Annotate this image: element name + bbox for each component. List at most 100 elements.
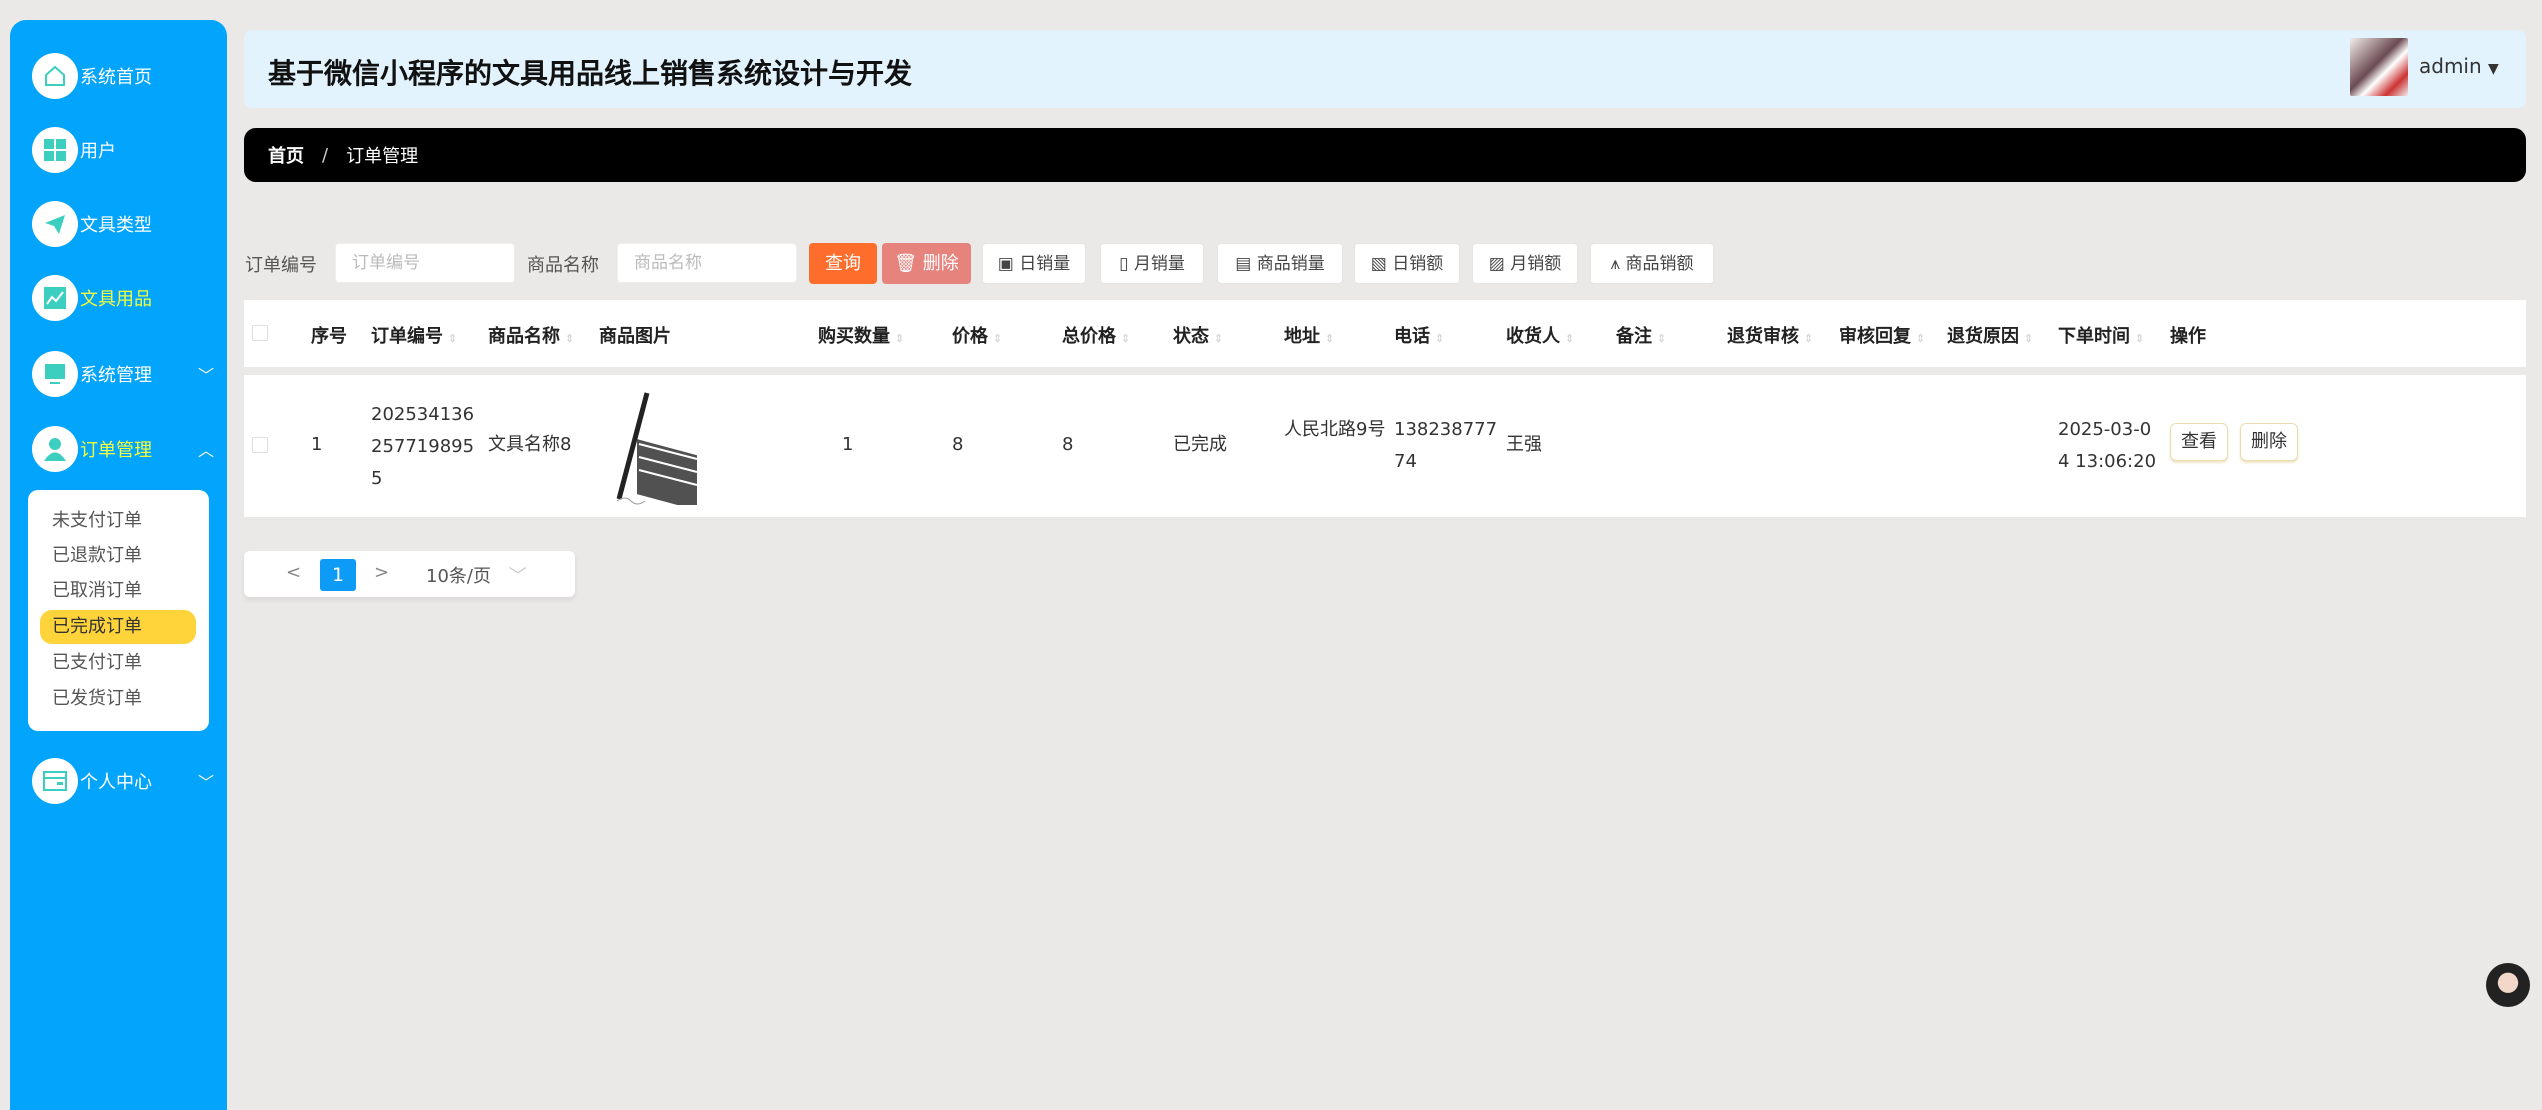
col-order-time[interactable]: 下单时间 ⇕ [2058,322,2144,348]
monthly-sales-button[interactable]: ▯ 月销量 [1100,243,1204,284]
submenu-cancelled[interactable]: 已取消订单 [40,574,196,608]
sort-icon[interactable]: ⇕ [1121,332,1130,345]
prev-page-button[interactable]: < [286,562,301,583]
product-revenue-button[interactable]: ⩚ 商品销额 [1590,243,1714,284]
sort-icon[interactable]: ⇕ [2024,332,2033,345]
sort-icon[interactable]: ⇕ [565,332,574,345]
sidebar-item-stationery-type[interactable]: 文具类型 [32,199,222,249]
btn-label: 商品销额 [1626,254,1694,274]
page-size-select[interactable]: 10条/页 ﹀ [426,562,527,588]
col-order-no[interactable]: 订单编号⇕ [371,322,457,348]
paper-plane-icon [32,201,78,247]
daily-sales-button[interactable]: ▣ 日销量 [982,243,1086,284]
sort-icon[interactable]: ⇕ [1565,332,1574,345]
sort-icon[interactable]: ⇕ [1916,332,1925,345]
col-return-review[interactable]: 退货审核 ⇕ [1727,322,1813,348]
col-label: 价格 [952,326,988,347]
chevron-down-icon: ﹀ [198,769,214,793]
col-address[interactable]: 地址⇕ [1284,322,1334,348]
col-index: 序号 [311,322,347,348]
cell-status: 已完成 [1173,429,1227,461]
sidebar-item-orders[interactable]: 订单管理︿ [32,424,222,474]
trend-chart-icon [32,275,78,321]
page-size-value: 10条/页 [426,566,491,587]
sort-icon[interactable]: ⇕ [993,332,1002,345]
row-checkbox[interactable] [252,437,268,453]
grid-icon [32,127,78,173]
row-delete-button[interactable]: 删除 [2240,423,2298,461]
col-return-reason[interactable]: 退货原因⇕ [1947,322,2033,348]
order-no-label: 订单编号 [245,251,317,277]
sort-icon[interactable]: ⇕ [1657,332,1666,345]
submenu-unpaid[interactable]: 未支付订单 [40,504,196,538]
submenu-completed[interactable]: 已完成订单 [40,610,196,644]
order-no-input[interactable]: 订单编号 [335,243,515,283]
col-qty[interactable]: 购买数量⇕ [818,322,904,348]
submenu-shipped[interactable]: 已发货订单 [40,682,196,716]
sidebar-item-home[interactable]: 系统首页 [32,51,222,101]
col-image: 商品图片 [599,322,671,348]
delete-label: 删除 [923,253,959,274]
caret-down-icon: ▼ [2488,61,2499,77]
daily-revenue-button[interactable]: ▧ 日销额 [1354,243,1460,284]
nav-label: 文具用品 [80,285,152,311]
table-header: 序号 订单编号⇕ 商品名称⇕ 商品图片 购买数量⇕ 价格 ⇕ 总价格⇕ 状态⇕ 地… [244,300,2526,367]
query-button[interactable]: 查询 [809,243,877,284]
product-sales-button[interactable]: ▤ 商品销量 [1217,243,1343,284]
col-phone[interactable]: 电话 ⇕ [1394,322,1444,348]
sidebar-item-system[interactable]: 系统管理﹀ [32,349,222,399]
user-icon [32,426,78,472]
col-review-reply[interactable]: 审核回复 ⇕ [1839,322,1925,348]
floating-assistant-avatar[interactable] [2486,963,2530,1007]
delete-button[interactable]: 🗑 删除 [882,243,971,284]
cell-name: 文具名称8 [488,429,571,461]
col-label: 审核回复 [1839,326,1911,347]
col-label: 收货人 [1506,326,1560,347]
table-row: 1 2025341362577198955 文具名称8 1 8 8 已完成 人民… [244,375,2526,517]
col-price[interactable]: 价格 ⇕ [952,322,1002,348]
sidebar-item-users[interactable]: 用户 [32,125,222,175]
sort-icon[interactable]: ⇕ [895,332,904,345]
monthly-revenue-button[interactable]: ▨ 月销额 [1472,243,1578,284]
breadcrumb-home[interactable]: 首页 [268,142,304,168]
select-all-checkbox[interactable] [252,325,268,341]
view-button[interactable]: 查看 [2170,423,2228,461]
col-name[interactable]: 商品名称⇕ [488,322,574,348]
nav-label: 系统管理 [80,361,152,387]
sort-icon[interactable]: ⇕ [1435,332,1444,345]
cell-price: 8 [952,429,963,461]
breadcrumb: 首页 / 订单管理 [244,128,2526,182]
product-name-label: 商品名称 [527,251,599,277]
col-label: 退货审核 [1727,326,1799,347]
col-remark[interactable]: 备注⇕ [1616,322,1666,348]
next-page-button[interactable]: > [374,562,389,583]
col-status[interactable]: 状态⇕ [1173,322,1223,348]
sort-icon[interactable]: ⇕ [1214,332,1223,345]
col-label: 电话 [1394,326,1430,347]
chart-icon: ⩚ [1611,254,1621,274]
cell-order-no: 2025341362577198955 [371,399,479,495]
product-name-input[interactable]: 商品名称 [617,243,797,283]
sort-icon[interactable]: ⇕ [2135,332,2144,345]
chart-icon: ▨ [1489,254,1505,274]
col-receiver[interactable]: 收货人 ⇕ [1506,322,1574,348]
sidebar-item-profile[interactable]: 个人中心﹀ [32,756,222,806]
cell-receiver: 王强 [1506,429,1542,461]
cell-address: 人民北路9号 [1284,414,1388,446]
sidebar-item-stationery[interactable]: 文具用品 [32,273,222,323]
avatar[interactable] [2350,38,2408,96]
user-menu[interactable]: admin ▼ [2419,54,2499,78]
submenu-paid[interactable]: 已支付订单 [40,646,196,680]
sort-icon[interactable]: ⇕ [1804,332,1813,345]
submenu-refunded[interactable]: 已退款订单 [40,539,196,573]
wallet-icon [32,758,78,804]
home-icon [32,53,78,99]
header: 基于微信小程序的文具用品线上销售系统设计与开发 [244,30,2526,108]
sort-icon[interactable]: ⇕ [1325,332,1334,345]
sort-icon[interactable]: ⇕ [448,332,457,345]
col-label: 下单时间 [2058,326,2130,347]
col-total[interactable]: 总价格⇕ [1062,322,1130,348]
cell-total: 8 [1062,429,1073,461]
breadcrumb-current: 订单管理 [346,142,418,168]
page-1-button[interactable]: 1 [320,559,356,591]
